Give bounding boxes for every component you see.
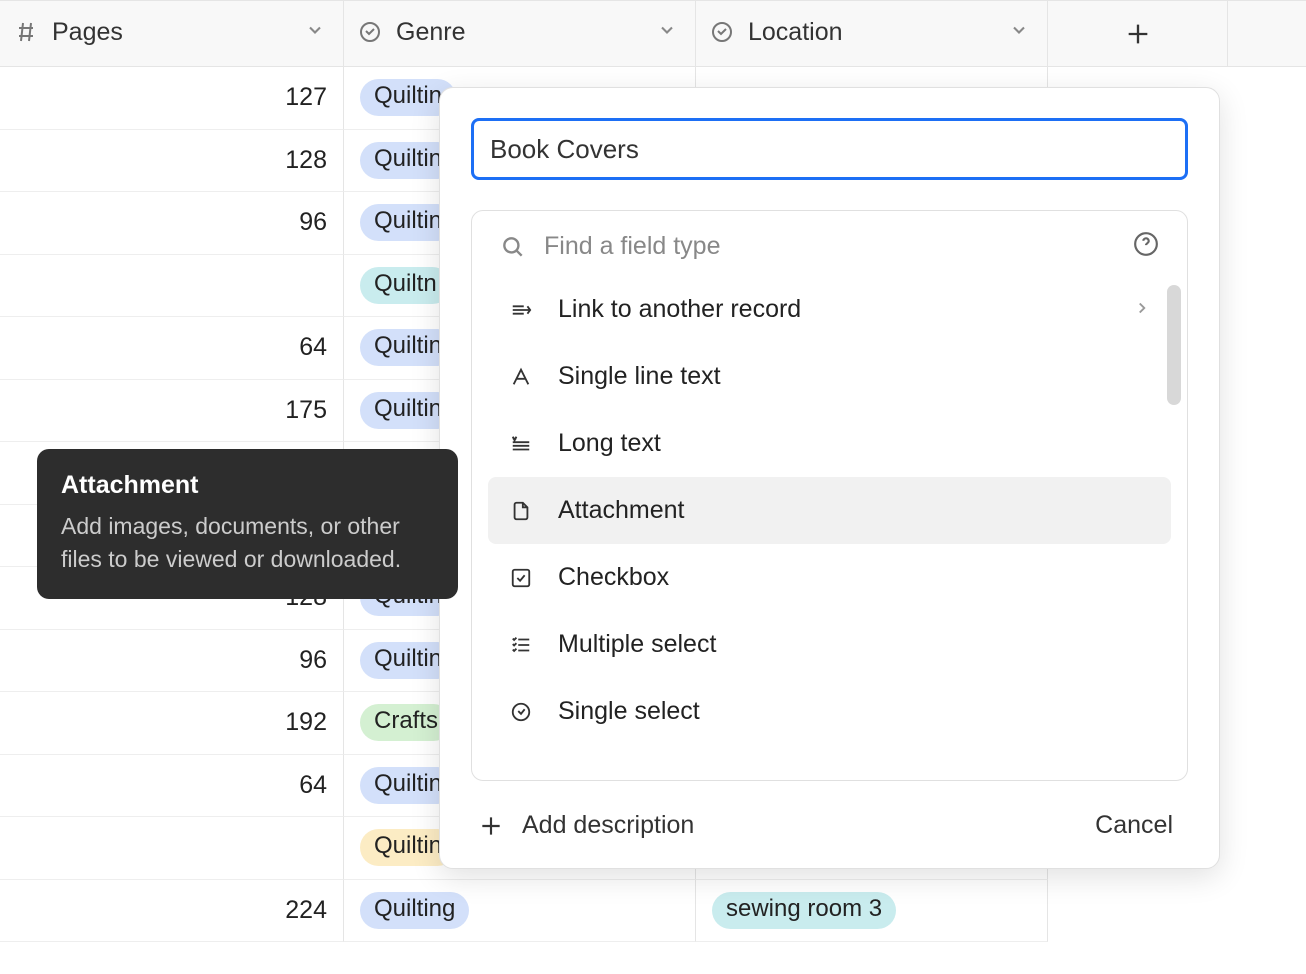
multiselect-icon	[508, 634, 534, 656]
checkbox-icon	[508, 567, 534, 589]
link-icon	[508, 299, 534, 321]
column-label: Location	[748, 18, 843, 47]
table-cell-pages[interactable]: 96	[0, 630, 344, 693]
field-type-option[interactable]: Long text	[488, 410, 1171, 477]
table-cell-pages[interactable]: 64	[0, 755, 344, 818]
number-icon	[14, 20, 38, 44]
column-end	[1228, 1, 1306, 942]
chevron-down-icon[interactable]	[1009, 18, 1029, 47]
chevron-right-icon	[1133, 295, 1151, 324]
singleselect-icon	[508, 701, 534, 723]
table-cell-pages[interactable]	[0, 817, 344, 880]
chevron-down-icon[interactable]	[657, 18, 677, 47]
field-type-label: Single select	[558, 697, 700, 726]
add-field-button[interactable]	[1048, 1, 1228, 67]
popup-footer: Add description Cancel	[440, 781, 1219, 850]
attach-icon	[508, 500, 534, 522]
table-cell-pages[interactable]: 64	[0, 317, 344, 380]
table-cell-pages[interactable]: 224	[0, 880, 344, 943]
column-header-genre[interactable]: Genre	[344, 1, 696, 67]
tooltip-description: Add images, documents, or other files to…	[61, 510, 434, 577]
table-cell-pages[interactable]: 192	[0, 692, 344, 755]
create-field-popup: Link to another record Single line text Lo…	[439, 87, 1220, 869]
field-type-option[interactable]: Multiple select	[488, 611, 1171, 678]
table-cell-pages[interactable]: 128	[0, 130, 344, 193]
help-icon[interactable]	[1133, 231, 1159, 262]
field-type-label: Link to another record	[558, 295, 801, 324]
field-type-option[interactable]: Attachment	[488, 477, 1171, 544]
longtext-icon	[508, 433, 534, 455]
field-type-label: Long text	[558, 429, 661, 458]
field-type-option[interactable]: Single line text	[488, 343, 1171, 410]
text-icon	[508, 366, 534, 388]
table-cell-pages[interactable]: 175	[0, 380, 344, 443]
location-tag: sewing room 3	[712, 892, 896, 929]
field-type-tooltip: Attachment Add images, documents, or oth…	[37, 449, 458, 599]
field-type-label: Single line text	[558, 362, 721, 391]
single-select-icon	[358, 20, 382, 44]
chevron-down-icon[interactable]	[305, 18, 325, 47]
tooltip-title: Attachment	[61, 471, 434, 500]
field-type-label: Multiple select	[558, 630, 716, 659]
table-cell-pages[interactable]: 96	[0, 192, 344, 255]
single-select-icon	[710, 20, 734, 44]
genre-tag: Quilting	[360, 892, 469, 929]
field-type-option[interactable]: Checkbox	[488, 544, 1171, 611]
column-label: Genre	[396, 18, 465, 47]
table-cell-pages[interactable]	[0, 255, 344, 318]
field-name-input[interactable]	[471, 118, 1188, 180]
table-cell-location[interactable]: sewing room 3	[696, 880, 1048, 943]
field-type-search-input[interactable]	[544, 232, 1115, 261]
add-description-button[interactable]: Add description	[478, 811, 694, 840]
field-type-label: Checkbox	[558, 563, 669, 592]
cancel-button[interactable]: Cancel	[1095, 811, 1173, 840]
field-type-list: Link to another record Single line text Lo…	[471, 210, 1188, 781]
column-label: Pages	[52, 18, 123, 47]
field-type-option[interactable]: Single select	[488, 678, 1171, 745]
search-icon	[500, 234, 526, 260]
table-cell-pages[interactable]: 127	[0, 67, 344, 130]
field-type-search-row	[482, 225, 1177, 276]
table-cell-genre[interactable]: Quilting	[344, 880, 696, 943]
add-description-label: Add description	[522, 811, 694, 840]
column-header-pages[interactable]: Pages	[0, 1, 344, 67]
column-header-location[interactable]: Location	[696, 1, 1048, 67]
column-end-header	[1228, 1, 1306, 67]
field-type-label: Attachment	[558, 496, 684, 525]
field-type-option[interactable]: Link to another record	[488, 276, 1171, 343]
genre-tag: Quiltn	[360, 267, 451, 304]
scrollbar[interactable]	[1167, 285, 1181, 405]
